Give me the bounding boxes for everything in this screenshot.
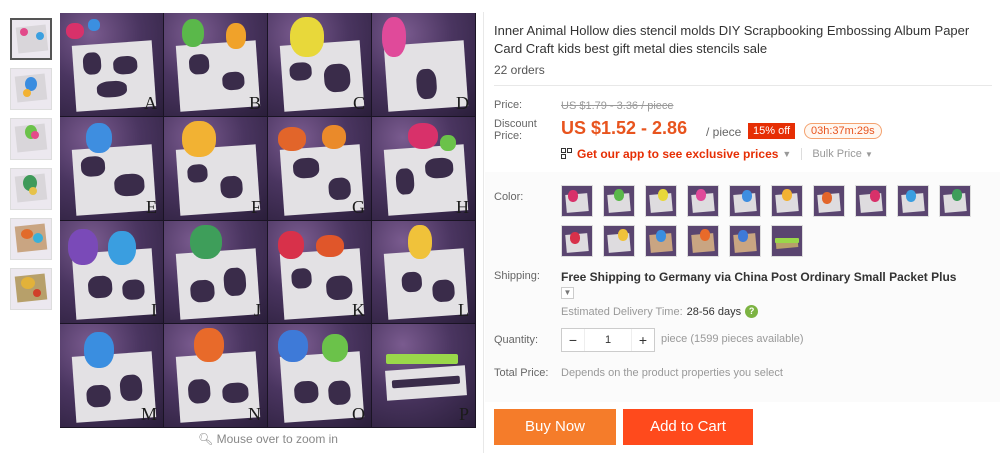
shipping-method[interactable]: Free Shipping to Germany via China Post … (561, 270, 956, 284)
image-letter: C (352, 92, 365, 113)
app-promo-link[interactable]: Get our app to see exclusive prices (577, 147, 778, 161)
image-letter: O (352, 404, 365, 424)
bulk-price-label: Bulk Price (812, 148, 862, 160)
increase-quantity-button[interactable]: + (632, 332, 654, 348)
image-letter: A (144, 92, 157, 113)
main-product-image[interactable]: A B C D E F G H I J K L M N O P (60, 13, 476, 428)
stencil-cell: N (164, 324, 268, 428)
color-swatch[interactable] (561, 185, 593, 217)
color-swatch[interactable] (603, 185, 635, 217)
quantity-label: Quantity: (494, 334, 539, 346)
stencil-cell: O (268, 324, 372, 428)
chevron-down-icon: ▼ (864, 150, 873, 159)
stencil-cell: L (372, 220, 476, 325)
color-swatch[interactable] (771, 225, 803, 257)
color-swatch[interactable] (687, 185, 719, 217)
add-to-cart-button[interactable]: Add to Cart (623, 409, 753, 445)
image-letter: M (140, 404, 157, 424)
discount-price-label: Discount Price: (494, 118, 537, 142)
stencil-cell: P (372, 324, 476, 428)
thumbnail-list (10, 18, 54, 318)
image-letter: B (248, 92, 261, 113)
price-label: Price: (494, 99, 523, 111)
buy-now-button[interactable]: Buy Now (494, 409, 616, 445)
image-letter: E (146, 196, 157, 217)
zoom-hint: 🔍︎ Mouse over to zoom in (60, 432, 476, 446)
color-swatch[interactable] (813, 185, 845, 217)
stencil-cell: H (372, 116, 476, 221)
quantity-available: piece (1599 pieces available) (661, 333, 804, 345)
countdown-timer: 03h:37m:29s (804, 123, 882, 139)
original-price: US $1.79 - 3.36 / piece (561, 100, 674, 112)
image-letter: N (248, 404, 261, 424)
image-letter: F (250, 196, 261, 217)
image-letter: G (352, 196, 365, 217)
quantity-input[interactable]: 1 (584, 329, 632, 351)
color-swatch[interactable] (603, 225, 635, 257)
thumbnail-4[interactable] (10, 168, 52, 210)
decrease-quantity-button[interactable]: − (562, 332, 584, 348)
color-swatch[interactable] (645, 225, 677, 257)
thumbnail-2[interactable] (10, 68, 52, 110)
color-swatch[interactable] (561, 225, 593, 257)
stencil-cell: E (60, 116, 164, 221)
price-unit: / piece (706, 125, 742, 139)
quantity-stepper: − 1 + (561, 328, 655, 352)
image-letter: K (352, 300, 365, 321)
shipping-label: Shipping: (494, 270, 540, 282)
order-count: 22 orders (494, 63, 545, 77)
color-swatch[interactable] (897, 185, 929, 217)
stencil-cell: B (164, 13, 268, 117)
image-letter: H (456, 196, 469, 217)
app-promo-row: Get our app to see exclusive prices ▼ Bu… (561, 147, 873, 161)
stencil-cell: F (164, 116, 268, 221)
stencil-cell: D (372, 13, 476, 117)
color-swatch[interactable] (687, 225, 719, 257)
image-letter: P (458, 404, 469, 424)
image-letter: L (458, 300, 469, 321)
thumbnail-5[interactable] (10, 218, 52, 260)
stencil-cell: J (164, 220, 268, 325)
image-letter: I (151, 300, 157, 321)
image-letter: D (456, 92, 469, 113)
chevron-down-icon[interactable]: ▼ (561, 287, 574, 299)
delivery-label: Estimated Delivery Time: (561, 305, 683, 318)
magnifier-icon: 🔍︎ (198, 432, 214, 446)
divider (494, 85, 992, 86)
color-label: Color: (494, 191, 524, 203)
thumbnail-1[interactable] (10, 18, 52, 60)
bulk-price-dropdown[interactable]: Bulk Price ▼ (801, 148, 873, 160)
stencil-cell: K (268, 220, 372, 325)
stencil-cell: C (268, 13, 372, 117)
color-swatch[interactable] (939, 185, 971, 217)
color-swatch[interactable] (729, 225, 761, 257)
qr-code-icon (561, 148, 573, 160)
color-swatches (561, 185, 981, 265)
thumbnail-3[interactable] (10, 118, 52, 160)
color-swatch[interactable] (645, 185, 677, 217)
help-icon[interactable]: ? (745, 305, 759, 318)
delivery-days: 28-56 days (686, 305, 742, 318)
stencil-cell: G (268, 116, 372, 221)
image-letter: J (253, 300, 261, 321)
stencil-cell: M (60, 324, 164, 428)
delivery-estimate: Estimated Delivery Time: 28-56 days ? (561, 305, 759, 318)
stencil-cell: A (60, 13, 164, 117)
discount-badge: 15% off (748, 123, 796, 139)
product-detail-panel: Inner Animal Hollow dies stencil molds D… (483, 12, 1000, 453)
total-price-text: Depends on the product properties you se… (561, 367, 783, 379)
total-price-label: Total Price: (494, 367, 549, 379)
zoom-hint-text: Mouse over to zoom in (216, 432, 338, 446)
chevron-down-icon: ▼ (782, 149, 792, 159)
color-swatch[interactable] (855, 185, 887, 217)
color-swatch[interactable] (771, 185, 803, 217)
stencil-cell: I (60, 220, 164, 325)
thumbnail-6[interactable] (10, 268, 52, 310)
color-swatch[interactable] (729, 185, 761, 217)
sale-price: US $1.52 - 2.86 (561, 118, 688, 138)
product-title: Inner Animal Hollow dies stencil molds D… (494, 23, 970, 56)
